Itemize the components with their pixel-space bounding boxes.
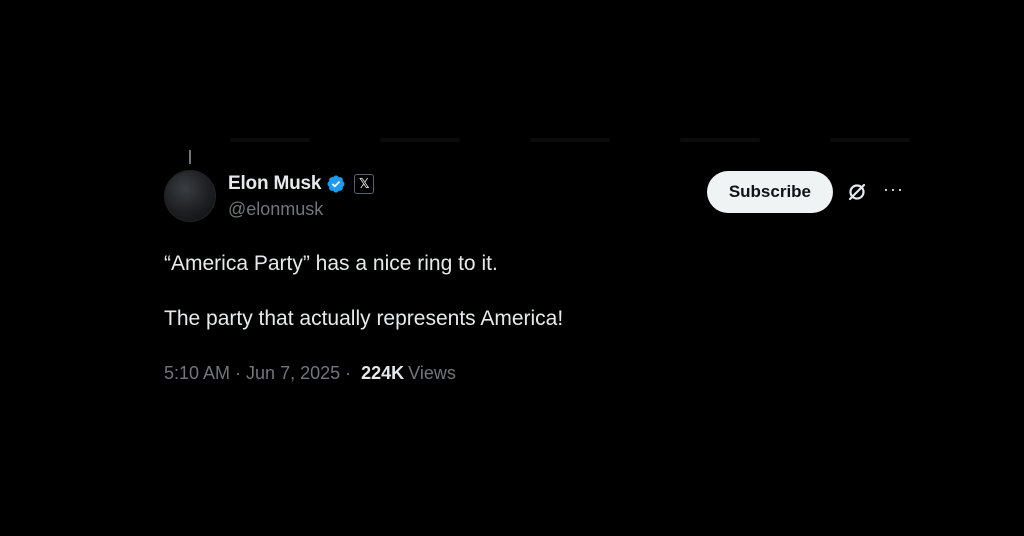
tweet-time[interactable]: 5:10 AM: [164, 363, 230, 384]
name-row: Elon Musk 𝕏: [228, 170, 375, 198]
faded-header-row: [230, 138, 910, 144]
tweet-card-page: Elon Musk 𝕏 @elonmusk Subscribe ··· “Ame…: [0, 0, 1024, 536]
tweet-text-line-1: “America Party” has a nice ring to it.: [164, 252, 498, 275]
views-label: Views: [408, 363, 456, 383]
tweet-text-line-2: The party that actually represents Ameri…: [164, 307, 564, 330]
handle[interactable]: @elonmusk: [228, 199, 374, 220]
tweet-header: Elon Musk 𝕏 @elonmusk Subscribe ···: [164, 150, 904, 230]
views-count[interactable]: 224K: [361, 363, 404, 384]
avatar-container[interactable]: [164, 150, 218, 222]
header-actions: Subscribe ···: [706, 171, 904, 213]
verified-badge-icon[interactable]: [326, 174, 346, 194]
author-info: Elon Musk 𝕏 @elonmusk: [228, 170, 375, 220]
more-options-icon[interactable]: ···: [883, 180, 904, 204]
thread-line: [189, 150, 191, 164]
grok-icon[interactable]: [845, 180, 869, 204]
tweet-date[interactable]: Jun 7, 2025: [246, 363, 340, 384]
subscribe-button[interactable]: Subscribe: [706, 171, 834, 213]
affiliate-x-badge-icon[interactable]: 𝕏: [354, 174, 375, 194]
tweet-text: “America Party” has a nice ring to it. T…: [164, 250, 904, 333]
separator: ·: [345, 363, 352, 383]
tweet: Elon Musk 𝕏 @elonmusk Subscribe ··· “Ame…: [164, 150, 904, 384]
avatar[interactable]: [164, 170, 216, 222]
separator: ·: [235, 363, 242, 383]
tweet-meta: 5:10 AM · Jun 7, 2025 · 224K Views: [164, 363, 904, 384]
display-name[interactable]: Elon Musk: [228, 173, 321, 195]
